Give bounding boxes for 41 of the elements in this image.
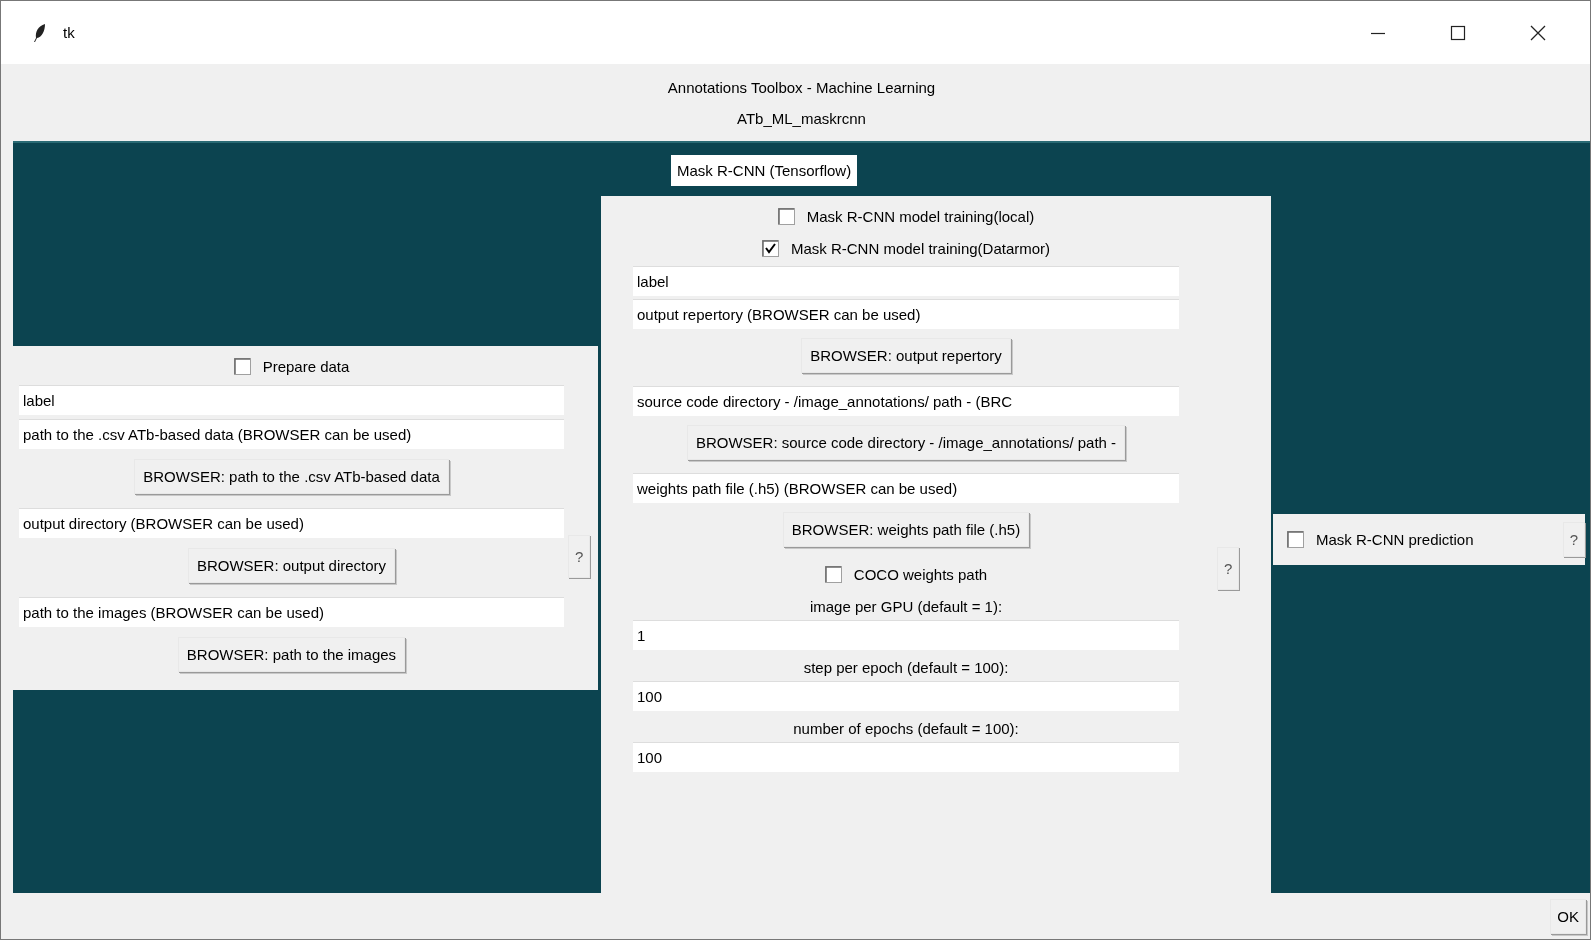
checkbox-label[interactable]: Mask R-CNN model training(local) [806,208,1035,225]
input-field[interactable]: path to the .csv ATb-based data (BROWSER can be used) [19,419,564,449]
input-field[interactable]: output repertory (BROWSER can be used) [633,299,1179,329]
input-field[interactable]: 100 [633,681,1179,711]
ok-button[interactable]: OK [1550,898,1586,934]
input-field[interactable]: label [633,266,1179,296]
input-field[interactable]: 100 [633,742,1179,772]
browse-button[interactable]: BROWSER: output repertory [801,338,1011,373]
field-label: step per epoch (default = 100): [803,658,1009,678]
checkbox[interactable] [777,208,795,225]
checkbox[interactable] [1287,531,1304,548]
input-field[interactable]: path to the images (BROWSER can be used) [19,597,564,627]
field-label: image per GPU (default = 1): [809,597,1003,617]
frame-title: Mask R-CNN (Tensorflow) [671,155,858,186]
browse-button[interactable]: BROWSER: weights path file (.h5) [782,512,1030,547]
app-subtitle: ATb_ML_maskrcnn [737,109,866,127]
browse-button[interactable]: BROWSER: source code directory - /image_annotations/ path - [686,425,1126,460]
window-title: tk [63,24,75,41]
help-button[interactable]: ? [568,535,591,578]
app-title: Annotations Toolbox - Machine Learning [667,78,936,96]
close-icon[interactable] [1530,24,1546,41]
input-field[interactable]: 1 [633,620,1179,650]
input-field[interactable]: weights path file (.h5) (BROWSER can be used) [633,473,1179,503]
input-field[interactable]: output directory (BROWSER can be used) [19,508,564,538]
checkbox[interactable] [824,566,842,583]
help-button[interactable]: ? [1217,547,1240,590]
input-field[interactable]: label [19,385,564,415]
checkbox-label[interactable]: Prepare data [262,358,350,375]
feather-icon [33,22,47,43]
browse-button[interactable]: BROWSER: path to the .csv ATb-based data [134,459,449,494]
checkbox-label[interactable]: Mask R-CNN model training(Datarmor) [790,240,1051,257]
checkbox-label[interactable]: Mask R-CNN prediction [1316,531,1474,548]
checkbox[interactable] [233,358,251,375]
browse-button[interactable]: BROWSER: output directory [187,548,396,583]
checkbox[interactable] [761,240,779,257]
field-label: number of epochs (default = 100): [793,719,1019,739]
browse-button[interactable]: BROWSER: path to the images [177,637,406,672]
help-button[interactable]: ? [1562,522,1585,557]
maximize-icon[interactable] [1450,24,1466,41]
checkbox-label[interactable]: COCO weights path [853,566,988,583]
input-field[interactable]: source code directory - /image_annotations/ path - (BRC [633,386,1179,416]
